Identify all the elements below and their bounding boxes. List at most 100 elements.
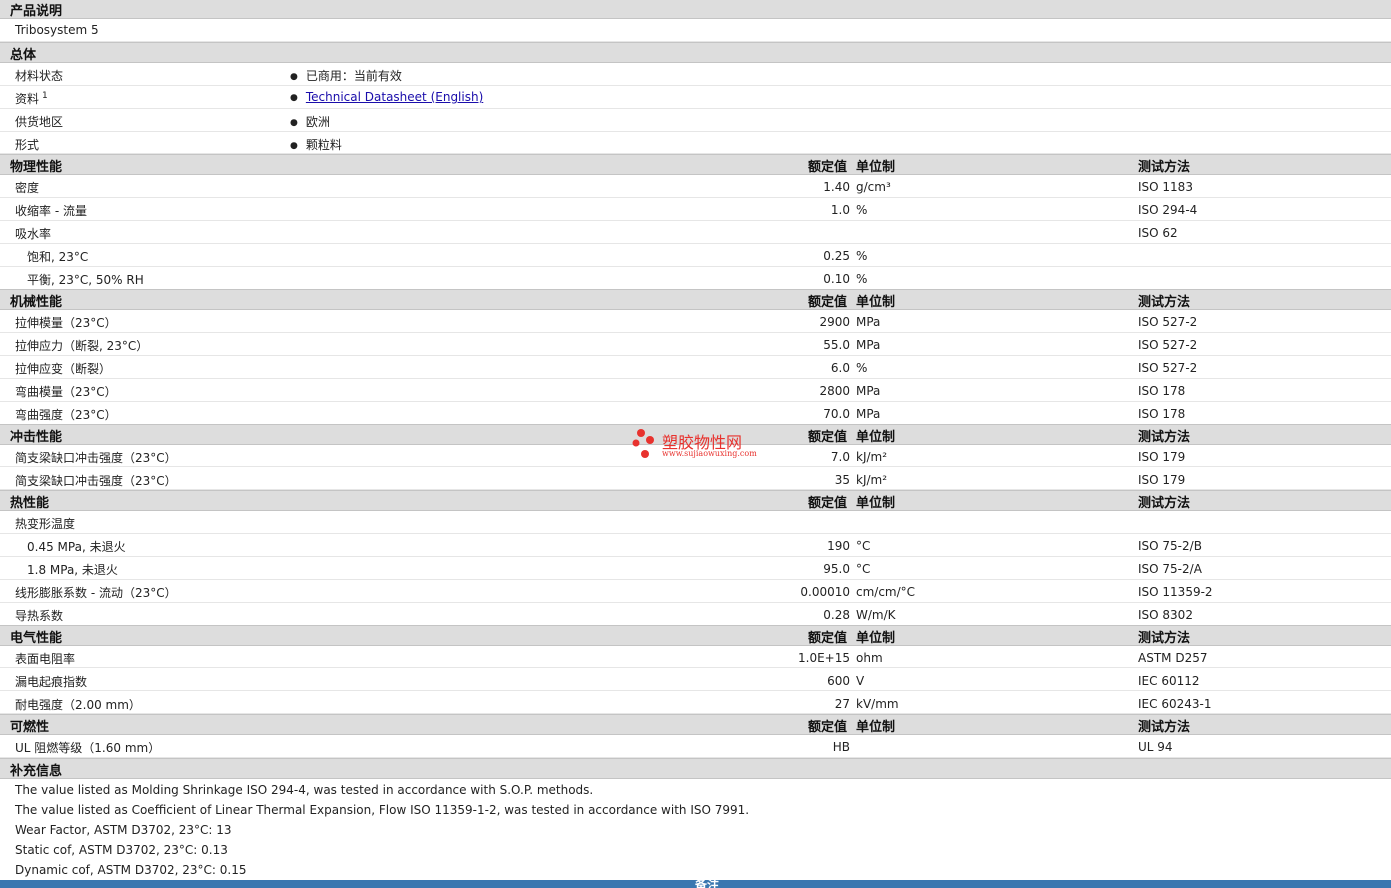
row-label: 表面电阻率 xyxy=(15,652,76,666)
row-method: ISO 62 xyxy=(1138,226,1178,240)
row-label: 收缩率 - 流量 xyxy=(15,204,87,218)
physical-row: 饱和, 23°C 0.25% xyxy=(0,244,1391,267)
header-method: 测试方法 xyxy=(1138,160,1191,175)
row-unit: V xyxy=(856,674,865,688)
row-value: 2800 xyxy=(819,384,850,398)
section-title: 补充信息 xyxy=(10,764,63,779)
header-value: 额定值 xyxy=(808,430,848,445)
header-unit: 单位制 xyxy=(856,631,896,646)
row-value: 1.40 xyxy=(823,180,850,194)
row-unit: °C xyxy=(856,539,871,553)
section-header-supplemental: 补充信息 xyxy=(0,758,1391,779)
row-method: ISO 11359-2 xyxy=(1138,585,1213,599)
row-label: 0.45 MPa, 未退火 xyxy=(27,540,126,554)
watermark-url: www.sujiaowuxing.com xyxy=(662,449,757,458)
impact-row: 简支梁缺口冲击强度（23°C） 35 kJ/m² ISO 179 xyxy=(0,468,1391,490)
footer-label: 备注 xyxy=(695,880,720,888)
row-method: IEC 60112 xyxy=(1138,674,1200,688)
row-label: 热变形温度 xyxy=(15,517,76,531)
row-label: 弯曲强度（23°C） xyxy=(15,408,117,422)
row-label: 形式 xyxy=(15,138,40,152)
row-method: ISO 178 xyxy=(1138,407,1186,421)
row-method: UL 94 xyxy=(1138,740,1173,754)
header-unit: 单位制 xyxy=(856,496,896,511)
physical-row: 吸水率 ISO 62 xyxy=(0,221,1391,244)
general-row: 供货地区 欧洲 xyxy=(0,109,1391,132)
row-unit: MPa xyxy=(856,338,881,352)
row-method: ISO 75-2/B xyxy=(1138,539,1202,553)
row-label: UL 阻燃等级（1.60 mm） xyxy=(15,741,161,755)
header-method: 测试方法 xyxy=(1138,720,1191,735)
section-header-mechanical: 机械性能 额定值 单位制 测试方法 xyxy=(0,289,1391,310)
row-method: ISO 527-2 xyxy=(1138,361,1198,375)
thermal-row: 0.45 MPa, 未退火 190 °C ISO 75-2/B xyxy=(0,534,1391,557)
row-unit: % xyxy=(856,272,868,286)
row-label: 饱和, 23°C xyxy=(27,250,89,264)
general-row: 资料1 Technical Datasheet (English) xyxy=(0,86,1391,109)
row-label: 材料状态 xyxy=(15,69,64,83)
row-value: 2900 xyxy=(819,315,850,329)
row-label: 简支梁缺口冲击强度（23°C） xyxy=(15,474,177,488)
header-value: 额定值 xyxy=(808,295,848,310)
header-value: 额定值 xyxy=(808,631,848,646)
row-value: HB xyxy=(832,740,850,754)
header-method: 测试方法 xyxy=(1138,430,1191,445)
row-unit: kJ/m² xyxy=(856,473,888,487)
header-value: 额定值 xyxy=(808,720,848,735)
header-unit: 单位制 xyxy=(856,295,896,310)
row-value: 35 xyxy=(834,473,850,487)
datasheet-link[interactable]: Technical Datasheet (English) xyxy=(306,90,483,104)
row-unit: % xyxy=(856,249,868,263)
mechanical-row: 拉伸应变（断裂） 6.0% ISO 527-2 xyxy=(0,356,1391,379)
row-label: 1.8 MPa, 未退火 xyxy=(27,563,118,577)
section-header-product: 产品说明 xyxy=(0,0,1391,19)
row-label: 导热系数 xyxy=(15,609,64,623)
row-label: 拉伸应变（断裂） xyxy=(15,362,112,376)
row-label: 拉伸应力（断裂, 23°C） xyxy=(15,339,149,353)
row-label: 吸水率 xyxy=(15,227,52,241)
row-label: 供货地区 xyxy=(15,115,64,129)
header-unit: 单位制 xyxy=(856,160,896,175)
row-method: ISO 294-4 xyxy=(1138,203,1198,217)
section-title: 冲击性能 xyxy=(10,430,63,445)
header-unit: 单位制 xyxy=(856,720,896,735)
mechanical-row: 弯曲强度（23°C） 70.0 MPa ISO 178 xyxy=(0,402,1391,425)
row-label: 弯曲模量（23°C） xyxy=(15,385,117,399)
header-method: 测试方法 xyxy=(1138,295,1191,310)
supplemental-note: Wear Factor, ASTM D3702, 23°C: 13 xyxy=(15,823,232,837)
electrical-row: 漏电起痕指数 600 V IEC 60112 xyxy=(0,669,1391,691)
thermal-row: 线形膨胀系数 - 流动（23°C） 0.00010 cm/cm/°C ISO 1135… xyxy=(0,580,1391,603)
row-value: 7.0 xyxy=(830,450,850,464)
row-unit: kV/mm xyxy=(856,697,899,711)
row-value: 190 xyxy=(827,539,850,553)
row-unit: MPa xyxy=(856,315,881,329)
row-value: 27 xyxy=(834,697,850,711)
mechanical-row: 拉伸应力（断裂, 23°C） 55.0 MPa ISO 527-2 xyxy=(0,333,1391,356)
row-unit: ohm xyxy=(856,651,883,665)
bullet-value: 颗粒料 xyxy=(290,136,342,153)
row-label: 简支梁缺口冲击强度（23°C） xyxy=(15,451,177,465)
row-value: 0.10 xyxy=(823,272,850,286)
row-unit: °C xyxy=(856,562,871,576)
footer-notes-bar: 备注 xyxy=(0,880,1391,888)
section-title: 热性能 xyxy=(10,496,50,511)
row-label: 密度 xyxy=(15,181,40,195)
section-title: 电气性能 xyxy=(10,631,63,646)
section-header-electrical: 电气性能 额定值 单位制 测试方法 xyxy=(0,625,1391,646)
row-value: 95.0 xyxy=(823,562,850,576)
supplemental-note: Dynamic cof, ASTM D3702, 23°C: 0.15 xyxy=(15,863,247,877)
section-title: 机械性能 xyxy=(10,295,63,310)
row-value: 1.0E+15 xyxy=(798,651,850,665)
row-label: 平衡, 23°C, 50% RH xyxy=(27,273,144,287)
header-value: 额定值 xyxy=(808,496,848,511)
bullet-value: 欧洲 xyxy=(290,113,330,130)
flammability-row: UL 阻燃等级（1.60 mm） HB UL 94 xyxy=(0,735,1391,758)
header-method: 测试方法 xyxy=(1138,631,1191,646)
row-method: ASTM D257 xyxy=(1138,651,1208,665)
row-value: 0.00010 xyxy=(800,585,850,599)
molecule-icon xyxy=(632,429,654,458)
row-value: 600 xyxy=(827,674,850,688)
row-label: 耐电强度（2.00 mm） xyxy=(15,698,141,712)
row-label: 线形膨胀系数 - 流动（23°C） xyxy=(15,586,177,600)
row-unit: % xyxy=(856,203,868,217)
